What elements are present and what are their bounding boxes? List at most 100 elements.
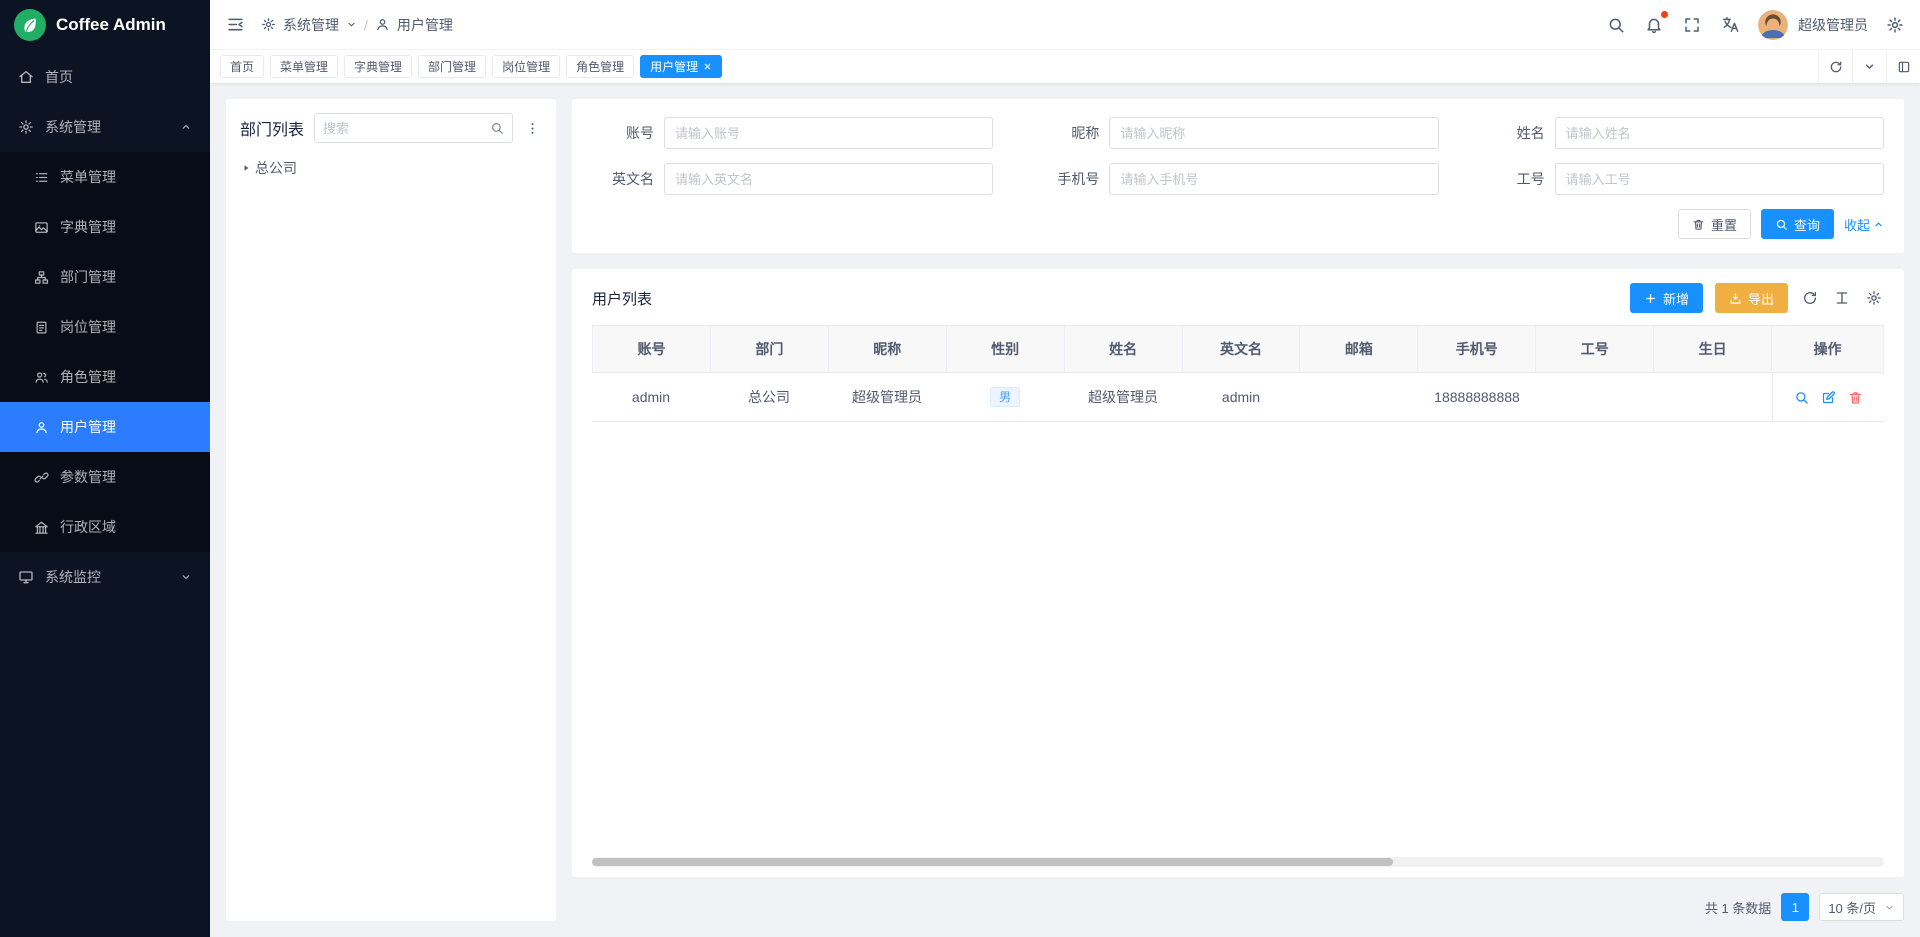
field-label: 姓名 — [1483, 123, 1545, 143]
column-header-operations: 操作 — [1772, 326, 1884, 372]
breadcrumb-item-system[interactable]: 系统管理 — [283, 15, 339, 35]
sidebar-item-dict-management[interactable]: 字典管理 — [0, 202, 210, 252]
column-header[interactable]: 账号 — [592, 326, 711, 372]
layout-setting-button[interactable] — [1886, 50, 1920, 83]
reset-button[interactable]: 重置 — [1678, 209, 1751, 239]
breadcrumb-separator: / — [364, 17, 368, 33]
sidebar-item-role-management[interactable]: 角色管理 — [0, 352, 210, 402]
row-height-button[interactable] — [1832, 288, 1852, 308]
refresh-table-button[interactable] — [1800, 288, 1820, 308]
sidebar-item-menu-management[interactable]: 菜单管理 — [0, 152, 210, 202]
settings-button[interactable] — [1884, 14, 1906, 36]
collapse-sidebar-button[interactable] — [224, 13, 247, 36]
horizontal-scrollbar[interactable] — [592, 857, 1884, 867]
department-search-box — [314, 113, 513, 143]
sidebar-item-label: 用户管理 — [60, 417, 116, 437]
column-header[interactable]: 生日 — [1654, 326, 1772, 372]
cell-phone: 18888888888 — [1418, 373, 1536, 421]
column-header[interactable]: 性别 — [947, 326, 1065, 372]
sidebar-item-param-management[interactable]: 参数管理 — [0, 452, 210, 502]
content: 部门列表 总公司 — [210, 83, 1920, 937]
tab-label: 用户管理 — [650, 58, 698, 75]
cell-email — [1300, 373, 1418, 421]
gender-tag: 男 — [990, 387, 1020, 407]
row-height-icon — [1834, 290, 1850, 306]
edit-button[interactable] — [1819, 388, 1838, 407]
column-header[interactable]: 邮箱 — [1300, 326, 1418, 372]
name-input[interactable] — [1555, 117, 1884, 149]
notification-dot — [1661, 11, 1668, 18]
field-label: 英文名 — [592, 169, 654, 189]
avatar-image — [1758, 10, 1788, 40]
tab-dept-management[interactable]: 部门管理 — [418, 55, 486, 78]
fullscreen-button[interactable] — [1681, 14, 1703, 36]
close-icon[interactable] — [703, 62, 712, 71]
sidebar-item-post-management[interactable]: 岗位管理 — [0, 302, 210, 352]
caret-right-icon[interactable] — [240, 162, 252, 174]
tab-actions-dropdown-button[interactable] — [1852, 50, 1886, 83]
sidebar-item-region-management[interactable]: 行政区域 — [0, 502, 210, 552]
column-header[interactable]: 昵称 — [829, 326, 947, 372]
bell-icon — [1645, 16, 1663, 34]
tab-dict-management[interactable]: 字典管理 — [344, 55, 412, 78]
tab-user-management[interactable]: 用户管理 — [640, 55, 722, 78]
account-input[interactable] — [664, 117, 993, 149]
delete-button[interactable] — [1846, 388, 1865, 407]
user-table: 账号 部门 昵称 性别 姓名 英文名 邮箱 手机号 工号 生日 操作 admin — [592, 325, 1884, 869]
form-field-phone: 手机号 — [1037, 163, 1438, 195]
tab-post-management[interactable]: 岗位管理 — [492, 55, 560, 78]
pagination-total: 共 1 条数据 — [1705, 898, 1771, 917]
breadcrumb: 系统管理 / 用户管理 — [261, 15, 453, 35]
username[interactable]: 超级管理员 — [1798, 15, 1868, 35]
column-header[interactable]: 部门 — [711, 326, 829, 372]
column-header[interactable]: 姓名 — [1065, 326, 1183, 372]
department-search-input[interactable] — [323, 121, 484, 136]
refresh-tab-button[interactable] — [1818, 50, 1852, 83]
column-header[interactable]: 英文名 — [1183, 326, 1301, 372]
tabbar: 首页 菜单管理 字典管理 部门管理 岗位管理 角色管理 用户管理 — [210, 50, 1920, 83]
sidebar-item-home[interactable]: 首页 — [0, 52, 210, 102]
phone-input[interactable] — [1109, 163, 1438, 195]
column-header[interactable]: 工号 — [1536, 326, 1654, 372]
sidebar-group-monitor[interactable]: 系统监控 — [0, 552, 210, 602]
search-icon[interactable] — [490, 121, 504, 135]
page-size-select[interactable]: 10 条/页 — [1819, 893, 1904, 921]
page-number-1[interactable]: 1 — [1781, 893, 1809, 921]
view-button[interactable] — [1792, 388, 1811, 407]
chevron-down-icon — [1863, 60, 1876, 73]
sidebar-group-system[interactable]: 系统管理 — [0, 102, 210, 152]
breadcrumb-item-user[interactable]: 用户管理 — [397, 15, 453, 35]
scrollbar-thumb[interactable] — [592, 858, 1393, 866]
export-button[interactable]: 导出 — [1715, 283, 1788, 313]
query-button[interactable]: 查询 — [1761, 209, 1834, 239]
column-header[interactable]: 手机号 — [1418, 326, 1536, 372]
en-name-input[interactable] — [664, 163, 993, 195]
department-more-button[interactable] — [523, 119, 542, 138]
tab-role-management[interactable]: 角色管理 — [566, 55, 634, 78]
search-actions: 重置 查询 收起 — [592, 209, 1884, 239]
column-setting-button[interactable] — [1864, 288, 1884, 308]
collapse-form-button[interactable]: 收起 — [1844, 215, 1884, 234]
add-user-button[interactable]: 新增 — [1630, 283, 1703, 313]
more-dots-icon — [525, 121, 540, 136]
main-area: 系统管理 / 用户管理 超级管理员 — [210, 0, 1920, 937]
job-no-input[interactable] — [1555, 163, 1884, 195]
tab-home[interactable]: 首页 — [220, 55, 264, 78]
notifications-button[interactable] — [1643, 14, 1665, 36]
tab-menu-management[interactable]: 菜单管理 — [270, 55, 338, 78]
user-table-header: 用户列表 新增 导出 — [592, 283, 1884, 313]
cell-gender: 男 — [946, 373, 1064, 421]
collapse-label: 收起 — [1844, 215, 1870, 234]
language-switch-button[interactable] — [1719, 13, 1742, 36]
avatar[interactable] — [1758, 10, 1788, 40]
tree-item-head-office[interactable]: 总公司 — [240, 155, 542, 181]
nickname-input[interactable] — [1109, 117, 1438, 149]
global-search-button[interactable] — [1605, 14, 1627, 36]
cell-birthday — [1654, 373, 1772, 421]
org-tree-icon — [34, 270, 49, 285]
tab-label: 字典管理 — [354, 58, 402, 75]
sidebar-item-user-management[interactable]: 用户管理 — [0, 402, 210, 452]
pagination: 共 1 条数据 1 10 条/页 — [572, 893, 1904, 921]
sidebar-item-label: 字典管理 — [60, 217, 116, 237]
sidebar-item-dept-management[interactable]: 部门管理 — [0, 252, 210, 302]
